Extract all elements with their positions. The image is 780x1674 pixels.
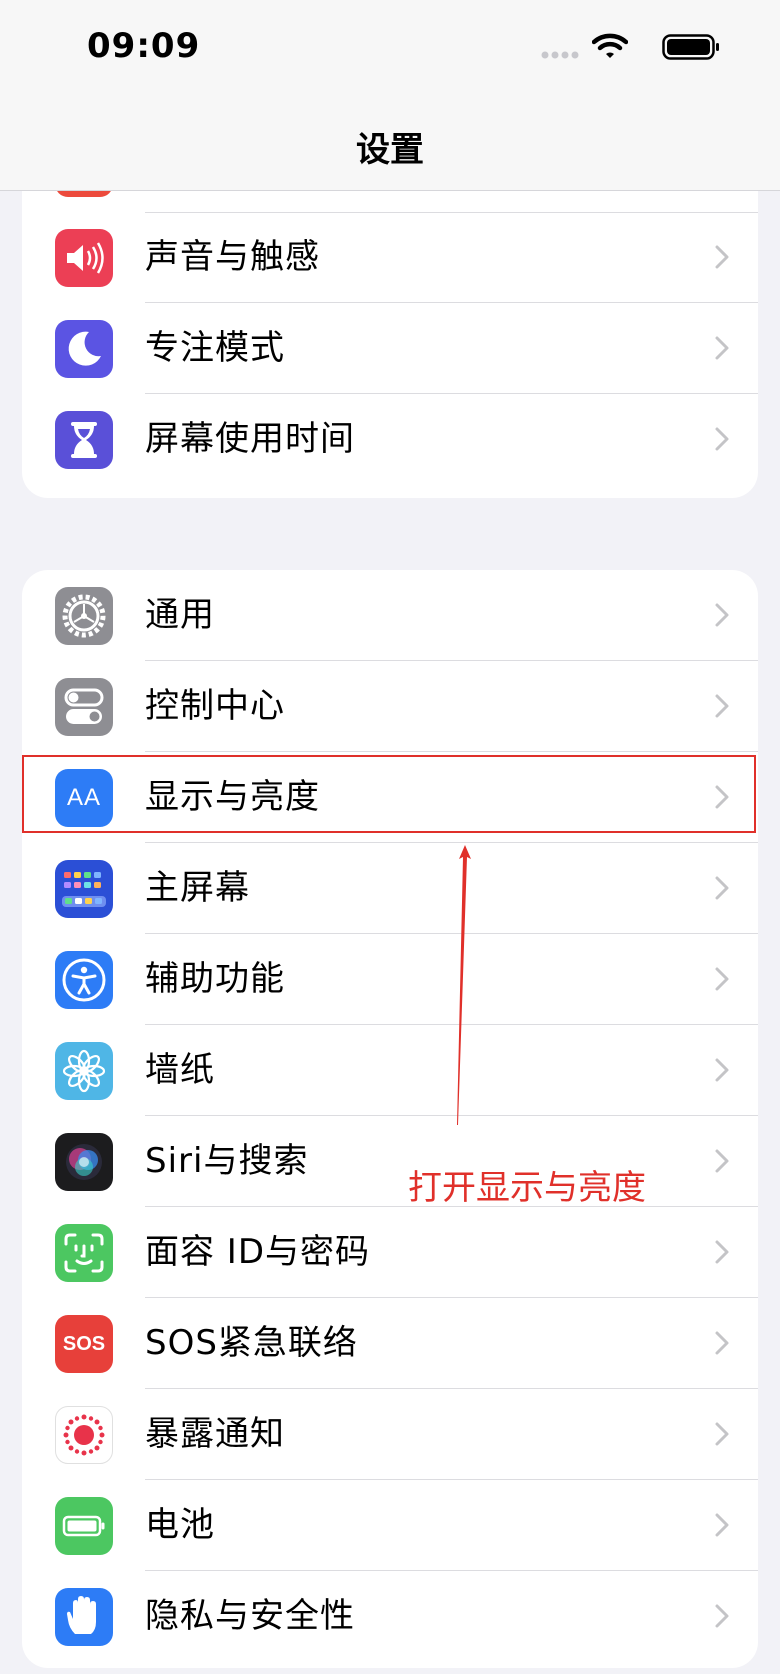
battery-icon	[55, 1497, 113, 1555]
row-label: SOS紧急联络	[145, 1323, 358, 1363]
hand-icon	[55, 1588, 113, 1646]
settings-row-emergency-sos[interactable]: SOS SOS紧急联络	[22, 1298, 758, 1389]
speaker-icon	[55, 229, 113, 287]
toggle-switches-icon	[55, 678, 113, 736]
row-label: 控制中心	[145, 686, 285, 726]
settings-row-battery[interactable]: 电池	[22, 1480, 758, 1571]
row-label: 电池	[145, 1505, 215, 1545]
face-id-icon	[55, 1224, 113, 1282]
settings-row-general[interactable]: 通用	[22, 570, 758, 661]
chevron-right-icon	[715, 967, 729, 991]
chevron-right-icon	[715, 1422, 729, 1446]
chevron-right-icon	[715, 336, 729, 360]
chevron-right-icon	[715, 1513, 729, 1537]
row-label: 隐私与安全性	[145, 1596, 355, 1636]
row-label: 专注模式	[145, 328, 285, 368]
battery-status-icon	[662, 34, 719, 60]
settings-group-1: 通知 声音与触感 专注模式	[22, 140, 758, 498]
row-label: 墙纸	[145, 1050, 215, 1090]
annotation-text: 打开显示与亮度	[408, 1168, 646, 1208]
settings-row-siri-search[interactable]: Siri与搜索	[22, 1116, 758, 1207]
chevron-right-icon	[715, 694, 729, 718]
chevron-right-icon	[715, 1058, 729, 1082]
settings-row-privacy-security[interactable]: 隐私与安全性	[22, 1571, 758, 1662]
settings-row-screen-time[interactable]: 屏幕使用时间	[22, 394, 758, 485]
settings-row-face-id[interactable]: 面容 ID与密码	[22, 1207, 758, 1298]
row-label: 面容 ID与密码	[145, 1232, 371, 1272]
settings-row-wallpaper[interactable]: 墙纸	[22, 1025, 758, 1116]
row-label: 屏幕使用时间	[145, 419, 355, 459]
exposure-icon	[55, 1406, 113, 1464]
row-label: Siri与搜索	[145, 1141, 309, 1181]
sos-icon: SOS	[55, 1315, 113, 1373]
accessibility-icon	[55, 951, 113, 1009]
home-screen-grid-icon	[55, 860, 113, 918]
status-time: 09:09	[87, 26, 201, 66]
settings-row-focus[interactable]: 专注模式	[22, 303, 758, 394]
siri-icon	[55, 1133, 113, 1191]
settings-row-exposure-notifications[interactable]: 暴露通知	[22, 1389, 758, 1480]
highlight-box	[22, 755, 756, 833]
settings-row-accessibility[interactable]: 辅助功能	[22, 934, 758, 1025]
chevron-right-icon	[715, 1331, 729, 1355]
row-label: 辅助功能	[145, 959, 285, 999]
annotation-arrow	[457, 845, 471, 1125]
page-title: 设置	[356, 130, 424, 170]
row-label: 声音与触感	[145, 237, 320, 277]
navigation-bar: 设置	[0, 100, 780, 191]
status-bar: 09:09	[0, 0, 780, 100]
wifi-icon	[592, 33, 628, 58]
settings-row-home-screen[interactable]: 主屏幕	[22, 843, 758, 934]
row-label: 通用	[145, 595, 215, 635]
chevron-right-icon	[715, 876, 729, 900]
gear-icon	[55, 587, 113, 645]
chevron-right-icon	[715, 427, 729, 451]
moon-icon	[55, 320, 113, 378]
row-label: 暴露通知	[145, 1414, 285, 1454]
chevron-right-icon	[715, 1604, 729, 1628]
settings-group-2: 通用 控制中心 AA 显示与亮度 主屏幕 辅助功能 墙纸 Siri与搜索 面容 …	[22, 570, 758, 1668]
settings-row-control-center[interactable]: 控制中心	[22, 661, 758, 752]
sos-icon-glyph: SOS	[62, 1333, 106, 1355]
flower-icon	[55, 1042, 113, 1100]
hourglass-icon	[55, 411, 113, 469]
row-label: 主屏幕	[145, 868, 250, 908]
chevron-right-icon	[715, 603, 729, 627]
settings-row-sounds[interactable]: 声音与触感	[22, 212, 758, 303]
cellular-signal-icon	[541, 51, 579, 59]
chevron-right-icon	[715, 1149, 729, 1173]
chevron-right-icon	[715, 1240, 729, 1264]
chevron-right-icon	[715, 245, 729, 269]
